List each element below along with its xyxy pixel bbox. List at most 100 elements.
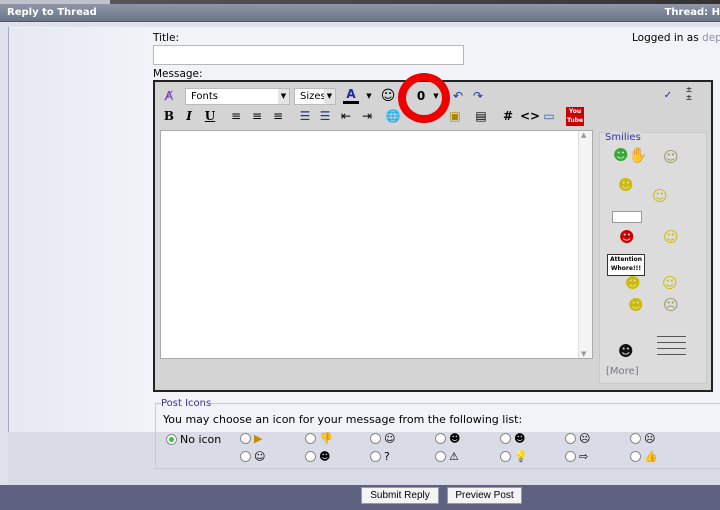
thumbs-up-icon: 👍	[644, 450, 658, 463]
play-icon: ▶	[254, 432, 263, 445]
resize-toggle-icon[interactable]: ± ±	[681, 86, 697, 102]
post-icon-none[interactable]: No icon	[166, 433, 221, 446]
post-icon-shocked[interactable]: ☻	[435, 432, 460, 445]
smiley-wall[interactable]	[657, 331, 686, 358]
chevron-down-icon[interactable]: ▼	[361, 88, 377, 104]
preview-post-button[interactable]: Preview Post	[447, 487, 522, 504]
radio[interactable]	[500, 433, 511, 444]
italic-icon[interactable]: I	[181, 108, 197, 124]
post-icon-smile[interactable]: ☺	[370, 432, 395, 445]
quote-icon[interactable]: ▤	[473, 108, 489, 124]
radio[interactable]	[305, 433, 316, 444]
radio[interactable]	[435, 433, 446, 444]
php-code-icon[interactable]: ▭	[541, 108, 557, 124]
smiley-grin[interactable]: ☺	[663, 148, 679, 166]
align-center-icon[interactable]: ≡	[249, 108, 265, 124]
remove-format-icon[interactable]: A̸	[161, 88, 177, 104]
insert-image-icon[interactable]: ▣	[447, 108, 463, 124]
smile-icon: ☺	[384, 432, 396, 445]
font-select-value: Fonts	[191, 91, 218, 102]
radio[interactable]	[240, 451, 251, 462]
font-select[interactable]: Fonts ▼	[185, 88, 290, 105]
scrollbar[interactable]: ▲ ▼	[578, 131, 592, 358]
align-right-icon[interactable]: ≡	[270, 108, 286, 124]
smiley-speech[interactable]	[612, 211, 642, 223]
html-code-icon[interactable]: <>	[520, 108, 540, 124]
post-icon-arrow[interactable]: ⇨	[565, 450, 588, 463]
post-icon-grin[interactable]: ☻	[500, 432, 525, 445]
radio[interactable]	[565, 451, 576, 462]
button-bar	[0, 485, 720, 510]
bold-icon[interactable]: B	[161, 108, 177, 124]
header-bar: Reply to Thread Thread: H	[0, 4, 720, 22]
annotation-circle	[398, 73, 450, 123]
shocked-icon: ☻	[449, 432, 461, 445]
radio[interactable]	[305, 451, 316, 462]
post-icon-lightbulb[interactable]: 💡	[500, 450, 528, 463]
smiley-wave[interactable]: ☻✋	[613, 146, 647, 164]
smiley-shocked[interactable]: ☺	[663, 228, 679, 246]
radio[interactable]	[565, 433, 576, 444]
username-link[interactable]: depa	[702, 32, 720, 44]
radio[interactable]	[435, 451, 446, 462]
smilies-legend: Smilies	[605, 132, 641, 143]
post-icon-thumbsup[interactable]: 👍	[630, 450, 658, 463]
post-icon-arrow-box[interactable]: ▶	[240, 432, 262, 445]
smiley-wink[interactable]: ☺	[652, 187, 668, 205]
title-input[interactable]	[153, 45, 464, 65]
post-icon-frown[interactable]: ☹	[630, 432, 655, 445]
radio-selected[interactable]	[166, 434, 177, 445]
post-icon-question[interactable]: ?	[370, 450, 390, 463]
post-icons-instructions: You may choose an icon for your message …	[163, 413, 523, 426]
lightbulb-icon: 💡	[514, 450, 528, 463]
chevron-down-icon: ▼	[324, 89, 335, 104]
ordered-list-icon[interactable]: ☰	[297, 108, 313, 124]
message-textarea[interactable]	[160, 130, 593, 359]
size-select[interactable]: Sizes ▼	[294, 88, 336, 105]
unordered-list-icon[interactable]: ☰	[317, 108, 333, 124]
scroll-down-icon[interactable]: ▼	[581, 350, 586, 358]
scroll-up-icon[interactable]: ▲	[581, 131, 586, 139]
radio[interactable]	[240, 433, 251, 444]
post-icon-thumbsdown[interactable]: 👎	[305, 432, 333, 445]
redo-icon[interactable]: ↷	[470, 88, 486, 104]
smiley-sad[interactable]: ☹	[663, 296, 679, 314]
smiley-icon[interactable]: ☺	[380, 88, 396, 104]
post-icon-happy[interactable]: ☺	[240, 450, 265, 463]
question-icon: ?	[384, 450, 390, 463]
radio[interactable]	[630, 433, 641, 444]
thumbs-down-icon: 👎	[319, 432, 333, 445]
post-icons-legend: Post Icons	[161, 398, 212, 409]
smiley-evil[interactable]: ☻	[618, 342, 634, 360]
worried-icon: ☹	[579, 432, 591, 445]
post-icon-worried[interactable]: ☹	[565, 432, 590, 445]
indent-icon[interactable]: ⇥	[359, 108, 375, 124]
smiley-dizzy[interactable]: ☺	[662, 274, 678, 292]
chevron-down-icon: ▼	[278, 89, 289, 104]
youtube-icon[interactable]: You Tube	[566, 107, 584, 126]
radio[interactable]	[630, 451, 641, 462]
outdent-icon[interactable]: ⇤	[338, 108, 354, 124]
code-hash-icon[interactable]: #	[500, 108, 516, 124]
radio[interactable]	[370, 433, 381, 444]
underline-icon[interactable]: U	[202, 108, 218, 124]
smiley-sign-holder[interactable]: ☻	[625, 274, 641, 292]
insert-link-icon[interactable]: 🌐	[385, 108, 401, 124]
smiley-popcorn[interactable]: ☻	[618, 176, 634, 194]
smiley-attention-sign[interactable]: Attention Whore!!!	[607, 254, 645, 276]
cool-icon: ☻	[319, 450, 331, 463]
align-left-icon[interactable]: ≡	[228, 108, 244, 124]
text-color-icon[interactable]: A	[343, 86, 359, 104]
smiley-laugh[interactable]: ☻	[628, 296, 644, 314]
undo-icon[interactable]: ↶	[450, 88, 466, 104]
left-column	[9, 28, 150, 432]
smiley-angry[interactable]: ☻	[619, 228, 635, 246]
post-icon-warning[interactable]: ⚠	[435, 450, 459, 463]
spellcheck-icon[interactable]: ✓	[660, 88, 676, 104]
radio[interactable]	[500, 451, 511, 462]
post-icon-cool[interactable]: ☻	[305, 450, 330, 463]
more-smilies-link[interactable]: [More]	[606, 366, 639, 377]
message-label: Message:	[153, 68, 203, 80]
radio[interactable]	[370, 451, 381, 462]
submit-reply-button[interactable]: Submit Reply	[361, 487, 439, 504]
